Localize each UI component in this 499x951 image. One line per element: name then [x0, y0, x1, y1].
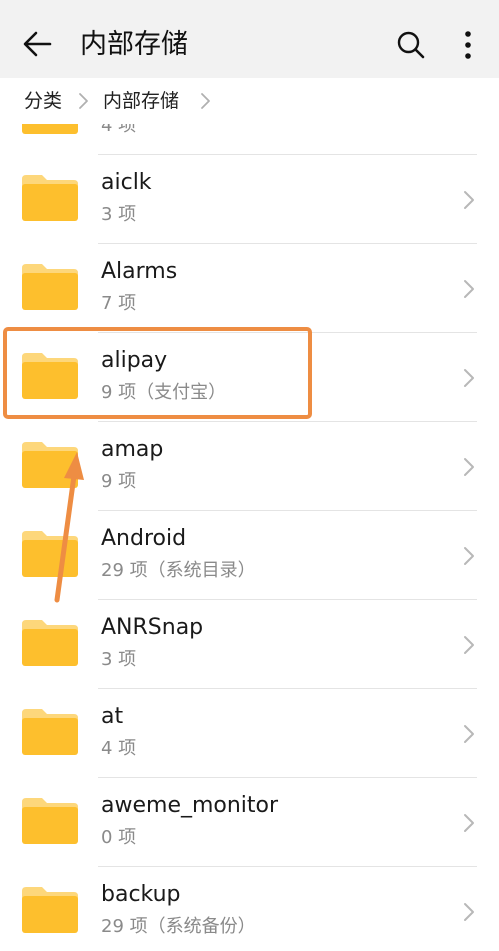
- file-meta: 4 项: [101, 738, 137, 759]
- file-name: aweme_monitor: [101, 793, 279, 818]
- folder-icon: [22, 620, 78, 666]
- folder-icon: [22, 442, 78, 488]
- chevron-right-icon: [464, 369, 474, 387]
- folder-icon: [22, 264, 78, 310]
- search-icon[interactable]: [396, 30, 426, 60]
- list-item[interactable]: backup 29 项（系统备份）: [0, 867, 499, 951]
- chevron-right-icon: [464, 458, 474, 476]
- list-item[interactable]: alipay 9 项（支付宝）: [0, 333, 499, 422]
- chevron-right-icon: [464, 903, 474, 921]
- file-meta: 3 项: [101, 204, 137, 225]
- file-meta: 0 项: [101, 827, 137, 848]
- folder-icon: [22, 175, 78, 221]
- list-item[interactable]: Android 29 项（系统目录）: [0, 511, 499, 600]
- file-name: backup: [101, 882, 181, 907]
- more-vertical-icon[interactable]: [458, 30, 478, 60]
- folder-icon: [22, 798, 78, 844]
- file-name: Android: [101, 526, 187, 551]
- file-name: at: [101, 704, 124, 729]
- file-meta: 29 项（系统备份）: [101, 916, 256, 937]
- list-item[interactable]: aiclk 3 项: [0, 155, 499, 244]
- list-item[interactable]: aweme_monitor 0 项: [0, 778, 499, 867]
- chevron-right-icon: [201, 93, 210, 109]
- file-meta: 9 项: [101, 471, 137, 492]
- file-name: ANRSnap: [101, 615, 204, 640]
- breadcrumb-item-category[interactable]: 分类: [24, 88, 62, 114]
- app-bar: 内部存储: [0, 0, 499, 78]
- folder-icon: [22, 353, 78, 399]
- file-meta: 9 项（支付宝）: [101, 382, 227, 403]
- file-name: Alarms: [101, 259, 178, 284]
- list-item[interactable]: at 4 项: [0, 689, 499, 778]
- folder-icon: [22, 709, 78, 755]
- list-item[interactable]: amap 9 项: [0, 422, 499, 511]
- folder-icon: [22, 887, 78, 933]
- file-meta: 7 项: [101, 293, 137, 314]
- chevron-right-icon: [464, 636, 474, 654]
- chevron-right-icon: [464, 280, 474, 298]
- arrow-left-icon[interactable]: [20, 27, 54, 61]
- file-name: alipay: [101, 348, 168, 373]
- list-item[interactable]: ANRSnap 3 项: [0, 600, 499, 689]
- chevron-right-icon: [464, 547, 474, 565]
- chevron-right-icon: [79, 93, 88, 109]
- breadcrumb-item-internal-storage[interactable]: 内部存储: [103, 88, 179, 114]
- file-name: amap: [101, 437, 164, 462]
- file-list: 4 项 aiclk 3 项 Alarms 7 项 alipay 9 项（支付宝）…: [0, 108, 499, 951]
- breadcrumb: 分类 内部存储: [0, 78, 499, 124]
- chevron-right-icon: [464, 725, 474, 743]
- page-title: 内部存储: [80, 29, 188, 60]
- list-item[interactable]: Alarms 7 项: [0, 244, 499, 333]
- chevron-right-icon: [464, 191, 474, 209]
- file-meta: 3 项: [101, 649, 137, 670]
- file-meta: 29 项（系统目录）: [101, 560, 256, 581]
- file-name: aiclk: [101, 170, 152, 195]
- folder-icon: [22, 531, 78, 577]
- chevron-right-icon: [464, 814, 474, 832]
